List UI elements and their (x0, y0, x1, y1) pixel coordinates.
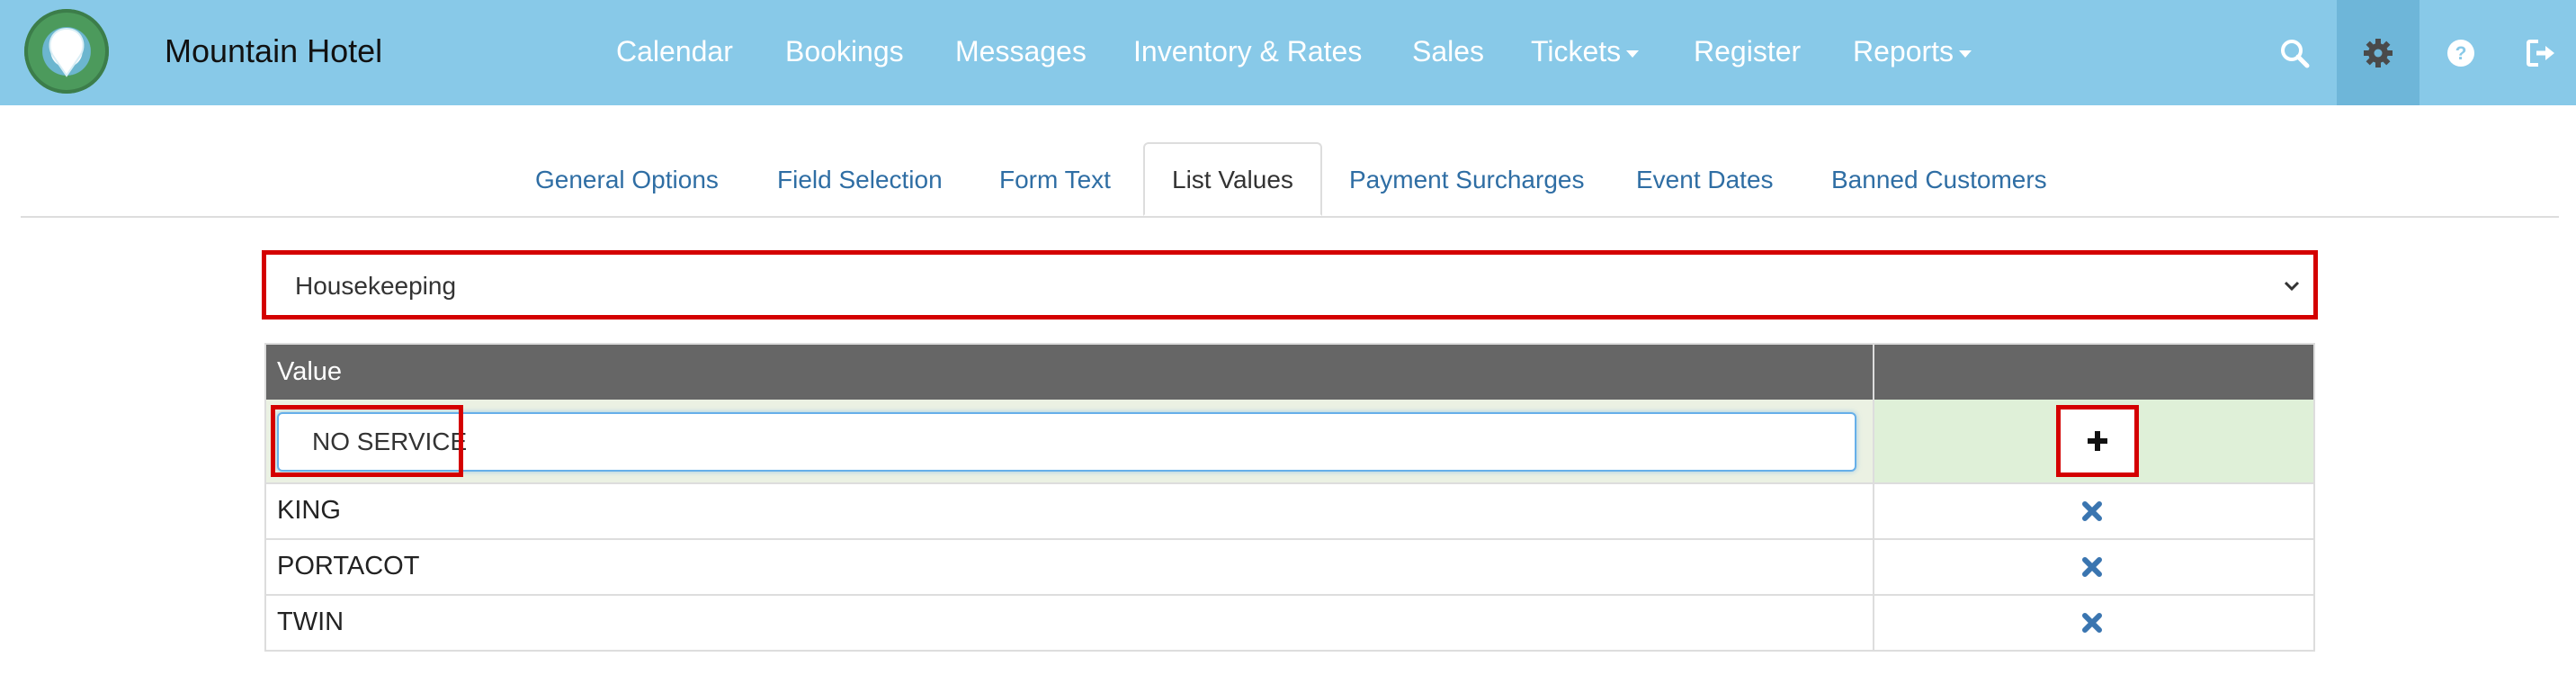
tab-list-values[interactable]: List Values (1143, 142, 1322, 216)
row-value: TWIN (277, 608, 344, 636)
list-values-table: Value KING PORTACOT TWIN (264, 343, 2315, 652)
list-select-value: Housekeeping (295, 272, 457, 300)
nav-reports-label: Reports (1853, 35, 1954, 68)
add-value-button[interactable] (2056, 405, 2139, 477)
nav-reports[interactable]: Reports (1853, 32, 1972, 71)
table-header: Value (266, 345, 2313, 400)
chevron-down-icon (2284, 281, 2300, 292)
nav-inventory-rates[interactable]: Inventory & Rates (1133, 32, 1362, 71)
caret-down-icon (1959, 50, 1972, 58)
tab-form-text[interactable]: Form Text (999, 160, 1111, 200)
nav-bookings[interactable]: Bookings (785, 32, 904, 71)
tab-general-options[interactable]: General Options (535, 160, 719, 200)
nav-messages[interactable]: Messages (955, 32, 1087, 71)
table-row: TWIN (266, 594, 2313, 650)
row-value: PORTACOT (277, 552, 420, 580)
nav-sales[interactable]: Sales (1412, 32, 1484, 71)
hotel-logo[interactable] (24, 9, 109, 94)
delete-button[interactable] (2074, 495, 2110, 527)
delete-button[interactable] (2074, 551, 2110, 583)
tabs-divider (21, 216, 2559, 218)
table-row: KING (266, 482, 2313, 538)
svg-text:?: ? (2455, 43, 2467, 64)
nav-calendar[interactable]: Calendar (616, 32, 733, 71)
tab-event-dates[interactable]: Event Dates (1636, 160, 1774, 200)
row-value: KING (277, 496, 341, 525)
nav-tickets[interactable]: Tickets (1531, 32, 1640, 71)
logout-icon (2527, 39, 2554, 67)
caret-down-icon (1626, 50, 1640, 58)
add-value-row (266, 400, 2313, 482)
top-navbar: Mountain Hotel Calendar Bookings Message… (0, 0, 2576, 105)
search-icon (2281, 39, 2310, 68)
close-icon (2082, 613, 2102, 633)
close-icon (2082, 501, 2102, 521)
help-button[interactable]: ? (2419, 0, 2502, 105)
list-select[interactable]: Housekeeping (262, 250, 2318, 320)
table-row: PORTACOT (266, 538, 2313, 594)
tab-field-selection[interactable]: Field Selection (777, 160, 943, 200)
settings-button[interactable] (2337, 0, 2419, 105)
close-icon (2082, 557, 2102, 577)
search-button[interactable] (2253, 0, 2336, 105)
plus-icon (2088, 431, 2107, 451)
nav-tickets-label: Tickets (1531, 35, 1622, 68)
gear-icon (2364, 38, 2393, 68)
nav-register[interactable]: Register (1694, 32, 1801, 71)
new-value-input[interactable] (277, 412, 1856, 472)
delete-button[interactable] (2074, 607, 2110, 639)
help-icon: ? (2447, 39, 2474, 67)
column-divider (1873, 345, 1874, 650)
tab-payment-surcharges[interactable]: Payment Surcharges (1349, 160, 1584, 200)
brand-name[interactable]: Mountain Hotel (165, 32, 382, 71)
logout-button[interactable] (2500, 0, 2576, 105)
tab-banned-customers[interactable]: Banned Customers (1831, 160, 2047, 200)
column-header-value: Value (277, 357, 343, 386)
